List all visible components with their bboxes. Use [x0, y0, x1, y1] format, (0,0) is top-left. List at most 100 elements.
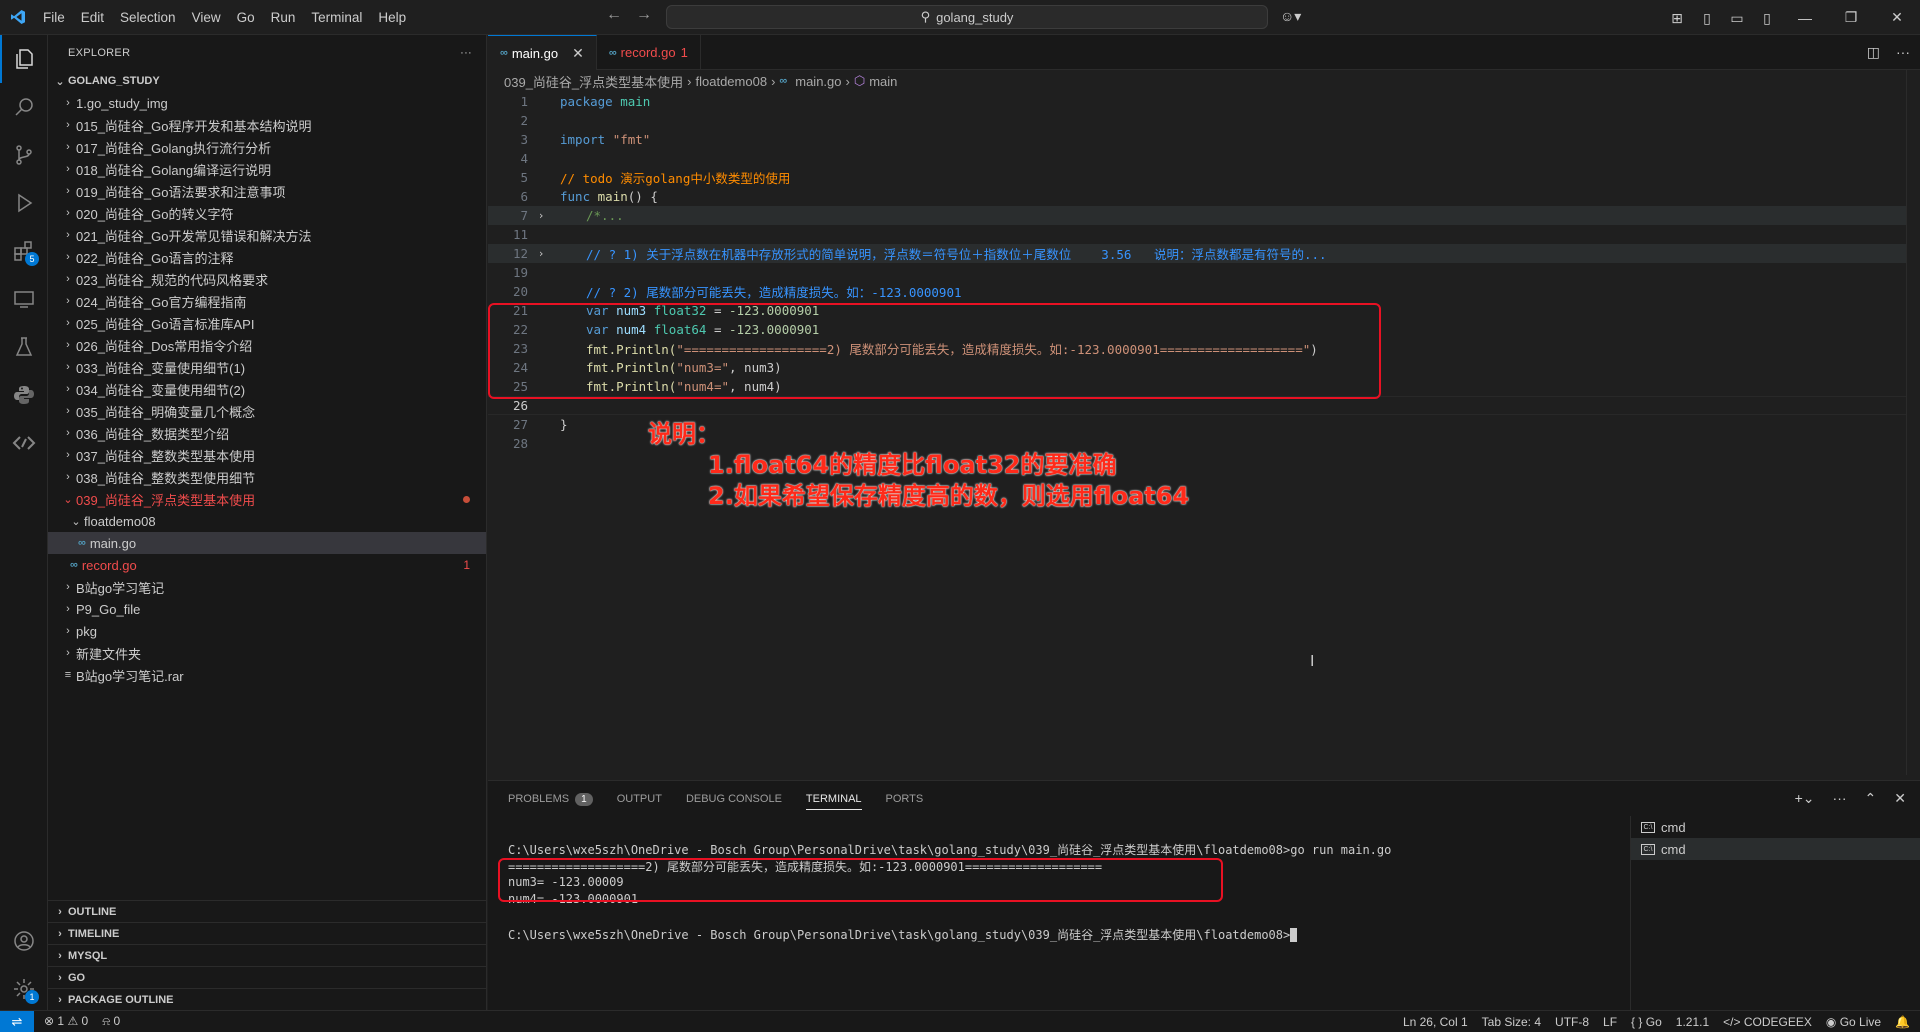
section-package-outline[interactable]: › PACKAGE OUTLINE [48, 988, 487, 1010]
tab-ports[interactable]: PORTS [886, 793, 924, 805]
back-arrow-icon[interactable]: ← [606, 6, 622, 24]
section-outline[interactable]: › OUTLINE [48, 900, 487, 922]
breadcrumb-item[interactable]: main.go [795, 74, 841, 89]
menu-run[interactable]: Run [263, 0, 304, 35]
section-mysql[interactable]: › MYSQL [48, 944, 487, 966]
close-window-button[interactable]: ✕ [1874, 0, 1920, 35]
fold-chevron-icon[interactable]: › [532, 247, 550, 260]
menu-help[interactable]: Help [370, 0, 414, 35]
toggle-secondary-sidebar-icon[interactable]: ▯ [1756, 10, 1778, 26]
problems-status[interactable]: ⊗ 1 ⚠ 0 [44, 1014, 88, 1029]
tree-folder-item[interactable]: › P9_Go_file [48, 598, 486, 620]
tree-folder-item[interactable]: › 023_尚硅谷_规范的代码风格要求 [48, 268, 486, 290]
menu-go[interactable]: Go [229, 0, 263, 35]
remote-explorer-icon[interactable] [0, 275, 48, 323]
tree-folder-item[interactable]: › 020_尚硅谷_Go的转义字符 [48, 202, 486, 224]
menu-file[interactable]: File [35, 0, 73, 35]
notifications-bell-icon[interactable]: 🔔 [1895, 1015, 1910, 1029]
tree-folder-item[interactable]: › 026_尚硅谷_Dos常用指令介绍 [48, 334, 486, 356]
menu-terminal[interactable]: Terminal [303, 0, 370, 35]
encoding[interactable]: UTF-8 [1555, 1015, 1589, 1029]
code-editor[interactable]: 1 package main 2 3 import "fmt" 4 5// todo… [488, 92, 1920, 510]
cursor-position[interactable]: Ln 26, Col 1 [1403, 1015, 1468, 1029]
tab-output[interactable]: OUTPUT [617, 793, 662, 805]
breadcrumb-item[interactable]: main [869, 74, 897, 89]
language-mode[interactable]: { } Go [1631, 1015, 1662, 1029]
remote-indicator-icon[interactable]: ⇌ [0, 1010, 34, 1032]
go-live-button[interactable]: ◉ Go Live [1826, 1015, 1881, 1029]
editor-scrollbar[interactable] [1906, 70, 1920, 775]
settings-gear-icon[interactable]: 1 [0, 965, 48, 1013]
minimize-button[interactable]: — [1782, 0, 1828, 35]
tab-terminal[interactable]: TERMINAL [805, 793, 862, 810]
menu-selection[interactable]: Selection [112, 0, 184, 35]
fold-chevron-icon[interactable]: › [532, 209, 550, 222]
tab-main-go[interactable]: ∞ main.go ✕ [488, 35, 597, 70]
tree-folder-item[interactable]: › 024_尚硅谷_Go官方编程指南 [48, 290, 486, 312]
section-go[interactable]: › GO [48, 966, 487, 988]
tab-record-go[interactable]: ∞ record.go 1 [597, 35, 701, 70]
menu-edit[interactable]: Edit [73, 0, 112, 35]
toggle-sidebar-icon[interactable]: ▯ [1696, 10, 1718, 26]
tree-folder-item[interactable]: › 035_尚硅谷_明确变量几个概念 [48, 400, 486, 422]
tab-debug-console[interactable]: DEBUG CONSOLE [686, 793, 782, 805]
terminal-item[interactable]: C:\ cmd [1631, 816, 1920, 838]
account-icon[interactable] [0, 917, 48, 965]
tree-folder-item[interactable]: › 019_尚硅谷_Go语法要求和注意事项 [48, 180, 486, 202]
new-terminal-icon[interactable]: +⌄ [1795, 790, 1815, 807]
tree-folder-item[interactable]: › 015_尚硅谷_Go程序开发和基本结构说明 [48, 114, 486, 136]
tree-folder-item[interactable]: › B站go学习笔记 [48, 576, 486, 598]
tree-folder-item[interactable]: › 034_尚硅谷_变量使用细节(2) [48, 378, 486, 400]
terminal-item[interactable]: C:\ cmd [1631, 838, 1920, 860]
tree-folder-item[interactable]: › 1.go_study_img [48, 92, 486, 114]
tree-folder-item[interactable]: › 033_尚硅谷_变量使用细节(1) [48, 356, 486, 378]
more-actions-icon[interactable]: ··· [1896, 44, 1910, 61]
close-icon[interactable]: ✕ [572, 45, 584, 62]
tree-folder-item[interactable]: › 025_尚硅谷_Go语言标准库API [48, 312, 486, 334]
tree-folder-item[interactable]: › 036_尚硅谷_数据类型介绍 [48, 422, 486, 444]
toggle-panel-icon[interactable]: ▭ [1726, 10, 1748, 26]
tree-folder-item[interactable]: › 017_尚硅谷_Golang执行流行分析 [48, 136, 486, 158]
extensions-icon[interactable]: 5 [0, 227, 48, 275]
source-control-icon[interactable] [0, 131, 48, 179]
tree-folder-item[interactable]: › 022_尚硅谷_Go语言的注释 [48, 246, 486, 268]
close-panel-icon[interactable]: ✕ [1894, 790, 1906, 807]
tree-folder-item[interactable]: › 038_尚硅谷_整数类型使用细节 [48, 466, 486, 488]
tree-folder-item[interactable]: › 021_尚硅谷_Go开发常见错误和解决方法 [48, 224, 486, 246]
more-actions-icon[interactable]: ··· [1833, 790, 1847, 807]
codegeex-icon[interactable] [0, 419, 48, 467]
folder-floatdemo08[interactable]: ⌄ floatdemo08 [48, 510, 486, 532]
section-timeline[interactable]: › TIMELINE [48, 922, 487, 944]
copilot-icon[interactable]: ☺▾ [1280, 8, 1301, 25]
command-center-search[interactable]: ⚲ golang_study [666, 5, 1268, 29]
run-debug-icon[interactable] [0, 179, 48, 227]
python-icon[interactable] [0, 371, 48, 419]
more-actions-icon[interactable]: ··· [460, 47, 472, 59]
file-main-go[interactable]: ∞ main.go [48, 532, 486, 554]
workspace-root[interactable]: ⌄ GOLANG_STUDY [48, 70, 486, 92]
menu-view[interactable]: View [184, 0, 229, 35]
tree-folder-item[interactable]: › pkg [48, 620, 486, 642]
tree-folder-item[interactable]: › 新建文件夹 [48, 642, 486, 664]
ports-status[interactable]: ⍾ 0 [102, 1014, 120, 1029]
folder-039[interactable]: ⌄ 039_尚硅谷_浮点类型基本使用 [48, 488, 486, 510]
breadcrumb-item[interactable]: floatdemo08 [696, 74, 768, 89]
file-rar[interactable]: ≡ B站go学习笔记.rar [48, 664, 486, 686]
end-of-line[interactable]: LF [1603, 1015, 1617, 1029]
go-version[interactable]: 1.21.1 [1676, 1015, 1709, 1029]
tree-folder-item[interactable]: › 018_尚硅谷_Golang编译运行说明 [48, 158, 486, 180]
customize-layout-icon[interactable]: ⊞ [1666, 10, 1688, 26]
explorer-icon[interactable] [0, 35, 48, 83]
file-record-go[interactable]: ∞ record.go 1 [48, 554, 486, 576]
tree-folder-item[interactable]: › 037_尚硅谷_整数类型基本使用 [48, 444, 486, 466]
testing-icon[interactable] [0, 323, 48, 371]
search-icon[interactable] [0, 83, 48, 131]
restore-button[interactable]: ❐ [1828, 0, 1874, 35]
maximize-panel-icon[interactable]: ⌃ [1865, 790, 1877, 807]
breadcrumb-item[interactable]: 039_尚硅谷_浮点类型基本使用 [504, 72, 683, 91]
split-editor-icon[interactable]: ◫ [1867, 44, 1880, 61]
forward-arrow-icon[interactable]: → [636, 6, 652, 24]
tab-problems[interactable]: PROBLEMS 1 [508, 792, 593, 806]
codegeex-status[interactable]: </> CODEGEEX [1723, 1015, 1812, 1029]
tab-size[interactable]: Tab Size: 4 [1482, 1015, 1541, 1029]
